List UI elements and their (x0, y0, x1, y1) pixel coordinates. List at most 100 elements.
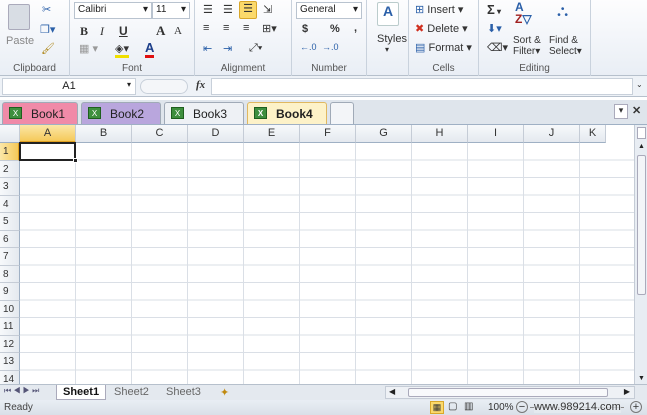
zoom-out-button[interactable]: − (516, 401, 528, 413)
align-bottom-icon[interactable]: ☰ (239, 1, 257, 19)
fill-icon[interactable]: ⬇▾ (487, 22, 502, 35)
sheet-tab-sheet1[interactable]: Sheet1 (56, 385, 107, 400)
format-button[interactable]: ▤ Format ▾ (415, 41, 472, 54)
grow-font-button[interactable]: A (156, 23, 165, 39)
horizontal-scroll-thumb[interactable] (408, 388, 608, 397)
column-header-D[interactable]: D (188, 125, 244, 143)
increase-decimal-icon[interactable]: ←.0 (300, 42, 317, 52)
cell-grid[interactable] (20, 143, 634, 384)
find-select-button[interactable]: Find & Select▾ (549, 35, 582, 57)
formula-input[interactable] (211, 78, 633, 95)
delete-button[interactable]: ✖ Delete ▾ (415, 22, 468, 35)
workbook-tab-book4[interactable]: XBook4 × (247, 102, 327, 135)
sort-filter-button[interactable]: Sort & Filter▾ (513, 35, 541, 57)
comma-button[interactable]: , (354, 22, 357, 34)
styles-icon[interactable]: A (377, 2, 399, 26)
row-header-11[interactable]: 11 (0, 318, 20, 336)
sheet-tab-sheet2[interactable]: Sheet2 (108, 385, 155, 400)
vertical-scroll-thumb[interactable] (637, 155, 646, 295)
column-header-H[interactable]: H (412, 125, 468, 143)
percent-button[interactable]: % (330, 23, 340, 35)
align-middle-icon[interactable]: ☰ (223, 3, 233, 16)
workbook-tab-book3[interactable]: X Book3 (164, 102, 244, 124)
currency-button[interactable]: $ (302, 23, 308, 35)
horizontal-scrollbar[interactable]: ◀ ▶ (385, 386, 635, 399)
decrease-decimal-icon[interactable]: →.0 (322, 42, 339, 52)
row-header-9[interactable]: 9 (0, 283, 20, 301)
binoculars-icon[interactable]: ⛬ (557, 3, 568, 21)
align-left-icon[interactable]: ≡ (203, 22, 209, 34)
wrap-text-icon[interactable]: ⇲ (263, 3, 272, 16)
page-layout-view-button[interactable]: ▢ (448, 401, 457, 412)
insert-function-button[interactable]: fx (196, 79, 205, 91)
workbook-tab-book2[interactable]: X Book2 (81, 102, 161, 124)
underline-button[interactable]: U (119, 24, 128, 38)
font-size-select[interactable]: 11 ▾ (152, 2, 190, 19)
row-header-13[interactable]: 13 (0, 353, 20, 371)
split-handle[interactable] (637, 127, 646, 139)
column-header-G[interactable]: G (356, 125, 412, 143)
normal-view-button[interactable]: ▦ (430, 401, 444, 414)
row-header-4[interactable]: 4 (0, 195, 20, 213)
italic-button[interactable]: I (100, 24, 104, 39)
row-header-1[interactable]: 1 (0, 143, 20, 161)
shrink-font-button[interactable]: A (174, 25, 182, 37)
insert-button[interactable]: ⊞ Insert ▾ (415, 3, 463, 16)
column-header-I[interactable]: I (468, 125, 524, 143)
scroll-right-icon[interactable]: ▶ (624, 387, 630, 396)
zoom-in-button[interactable]: + (630, 401, 642, 413)
cut-icon[interactable]: ✂ (42, 3, 51, 16)
column-header-J[interactable]: J (524, 125, 580, 143)
align-top-icon[interactable]: ☰ (203, 3, 213, 16)
close-window-button[interactable]: ✕ (632, 104, 641, 117)
number-format-select[interactable]: General ▾ (296, 2, 362, 19)
row-header-8[interactable]: 8 (0, 265, 20, 283)
sort-filter-icon[interactable]: A Z▽ (515, 1, 532, 25)
column-header-A[interactable]: A (20, 125, 76, 143)
copy-icon[interactable]: ❐▾ (40, 23, 55, 36)
sheet-tab-sheet3[interactable]: Sheet3 (160, 385, 207, 400)
expand-formula-icon[interactable]: ⌄ (636, 80, 643, 89)
row-header-2[interactable]: 2 (0, 160, 20, 178)
bold-button[interactable]: B (80, 24, 88, 39)
merge-center-icon[interactable]: ⊞▾ (262, 22, 277, 35)
name-box[interactable]: A1 ▾ (2, 78, 136, 95)
styles-button[interactable]: Styles (377, 33, 407, 45)
column-header-E[interactable]: E (244, 125, 300, 143)
decrease-indent-icon[interactable]: ⇤ (203, 42, 212, 55)
autosum-button[interactable]: Σ ▾ (487, 2, 501, 17)
insert-sheet-icon[interactable]: ✦ (214, 385, 235, 400)
row-header-12[interactable]: 12 (0, 335, 20, 353)
column-header-C[interactable]: C (132, 125, 188, 143)
font-color-icon[interactable]: A (145, 40, 155, 58)
fill-color-icon[interactable]: ◈▾ (115, 42, 129, 58)
format-painter-icon[interactable]: 🖌 (41, 42, 55, 55)
column-header-K[interactable]: K (580, 125, 606, 143)
align-center-icon[interactable]: ≡ (223, 22, 229, 34)
column-header-B[interactable]: B (76, 125, 132, 143)
styles-group[interactable]: A Styles ▾ (367, 0, 409, 76)
row-header-5[interactable]: 5 (0, 213, 20, 231)
clear-icon[interactable]: ⌫▾ (487, 41, 508, 54)
sheet-nav-buttons[interactable]: ⏮ ◀ ▶ ⏭ (4, 386, 39, 396)
increase-indent-icon[interactable]: ⇥ (223, 42, 232, 55)
scroll-up-icon[interactable]: ▲ (638, 143, 645, 150)
row-header-10[interactable]: 10 (0, 300, 20, 318)
workbook-tab-book1[interactable]: X Book1 (2, 102, 78, 124)
zoom-level[interactable]: 100% (488, 402, 514, 413)
orientation-icon[interactable]: ⤢▾ (249, 42, 262, 55)
paste-button[interactable]: Paste (6, 35, 34, 47)
selected-cell-a1[interactable] (19, 142, 78, 163)
vertical-scrollbar[interactable]: ▲ ▼ (634, 125, 647, 384)
scroll-down-icon[interactable]: ▼ (638, 375, 645, 382)
row-header-6[interactable]: 6 (0, 230, 20, 248)
row-header-3[interactable]: 3 (0, 178, 20, 196)
scroll-left-icon[interactable]: ◀ (389, 387, 395, 396)
page-break-view-button[interactable]: ▥ (464, 401, 473, 412)
tab-list-dropdown[interactable]: ▾ (614, 104, 628, 119)
paste-icon[interactable] (8, 4, 30, 30)
column-header-F[interactable]: F (300, 125, 356, 143)
align-right-icon[interactable]: ≡ (243, 22, 249, 34)
fill-handle[interactable] (73, 158, 78, 163)
borders-icon[interactable]: ▦ ▾ (79, 42, 98, 55)
